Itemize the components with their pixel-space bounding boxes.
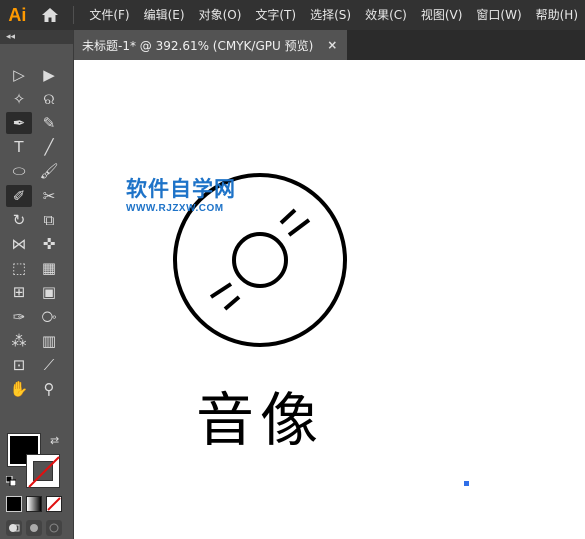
type-tool-button[interactable]: T bbox=[6, 137, 32, 159]
ellipse-tool-button[interactable]: ⬭ bbox=[6, 161, 32, 183]
document-tab[interactable]: 未标题-1* @ 392.61% (CMYK/GPU 预览) × bbox=[74, 30, 348, 60]
menu-select[interactable]: 选择(S) bbox=[303, 0, 358, 30]
menu-effect[interactable]: 效果(C) bbox=[358, 0, 414, 30]
menu-bar: Ai 文件(F) 编辑(E) 对象(O) 文字(T) 选择(S) 效果(C) 视… bbox=[0, 0, 585, 30]
gradient-mode-button[interactable] bbox=[26, 496, 42, 512]
pen-tool-button[interactable]: ✒ bbox=[6, 112, 32, 135]
draw-mode-row bbox=[6, 520, 62, 536]
free-transform-tool-icon: ⬚ bbox=[11, 259, 27, 278]
draw-inside-icon[interactable] bbox=[46, 520, 62, 536]
perspective-grid-tool-button[interactable]: ▦ bbox=[36, 258, 62, 280]
illustrator-window: Ai 文件(F) 编辑(E) 对象(O) 文字(T) 选择(S) 效果(C) 视… bbox=[0, 0, 585, 539]
puppet-warp-tool-button[interactable]: ✜ bbox=[36, 233, 62, 255]
color-mode-button[interactable] bbox=[6, 496, 22, 512]
selection-tool-button[interactable]: ▷ bbox=[6, 64, 32, 86]
menu-object[interactable]: 对象(O) bbox=[192, 0, 249, 30]
curvature-tool-button[interactable]: ✎ bbox=[36, 112, 62, 134]
width-tool-button[interactable]: ⋈ bbox=[6, 233, 32, 255]
shaper-tool-button[interactable]: ✐ bbox=[6, 185, 32, 207]
column-graph-tool-button[interactable]: ▥ bbox=[36, 330, 62, 352]
mesh-tool-icon: ⊞ bbox=[12, 283, 26, 302]
scissors-tool-icon: ✂ bbox=[42, 186, 56, 205]
gradient-tool-button[interactable]: ▣ bbox=[36, 282, 62, 304]
lasso-tool-button[interactable]: ର bbox=[36, 88, 62, 110]
none-mode-button[interactable] bbox=[46, 496, 62, 512]
hand-tool-icon: ✋ bbox=[9, 380, 29, 399]
gradient-tool-icon: ▣ bbox=[41, 283, 57, 302]
document-tab-bar: 未标题-1* @ 392.61% (CMYK/GPU 预览) × bbox=[74, 30, 585, 60]
direct-selection-tool-button[interactable]: ▶ bbox=[36, 64, 62, 86]
draw-normal-icon[interactable] bbox=[6, 520, 22, 536]
home-icon[interactable] bbox=[37, 0, 64, 30]
magic-wand-tool-button[interactable]: ✧ bbox=[6, 88, 32, 110]
selection-tool-icon: ▷ bbox=[13, 65, 25, 84]
magic-wand-tool-icon: ✧ bbox=[12, 89, 26, 108]
menu-type[interactable]: 文字(T) bbox=[248, 0, 303, 30]
zoom-tool-button[interactable]: ⚲ bbox=[36, 379, 62, 401]
watermark: 软件自学网 WWW.RJZXW.COM bbox=[126, 177, 236, 214]
document-tab-label: 未标题-1* @ 392.61% (CMYK/GPU 预览) bbox=[82, 38, 314, 53]
blend-tool-icon: ⧂ bbox=[41, 307, 57, 326]
scissors-tool-button[interactable]: ✂ bbox=[36, 185, 62, 207]
pen-tool-icon: ✒ bbox=[12, 113, 26, 132]
free-transform-tool-button[interactable]: ⬚ bbox=[6, 258, 32, 280]
menu-edit[interactable]: 编辑(E) bbox=[137, 0, 192, 30]
icon-caption-text[interactable]: 音像 bbox=[196, 388, 324, 452]
curvature-tool-icon: ✎ bbox=[42, 113, 56, 132]
width-tool-icon: ⋈ bbox=[11, 234, 27, 253]
tools-panel: ◂◂ ▷ ▶ ✧ ର ✒ ✎ T ╱ ⬭ 🖌 ✐ ✂ ↻ ⧉ ⋈ ✜ ⬚ ▦ ⊞ ▣ ✑ ⧂ ⁂ ▥ ⊡ ⟋ ✋ ⚲ ⇄ bbox=[0, 30, 74, 539]
tools-panel-header: ◂◂ bbox=[0, 30, 73, 44]
symbol-sprayer-tool-icon: ⁂ bbox=[11, 331, 27, 350]
column-graph-tool-icon: ▥ bbox=[41, 331, 57, 350]
menu-window[interactable]: 窗口(W) bbox=[469, 0, 528, 30]
hand-tool-button[interactable]: ✋ bbox=[6, 379, 32, 401]
swap-fill-stroke-icon[interactable]: ⇄ bbox=[50, 434, 59, 447]
paintbrush-tool-icon: 🖌 bbox=[39, 162, 59, 181]
blend-tool-button[interactable]: ⧂ bbox=[36, 306, 62, 328]
paintbrush-tool-button[interactable]: 🖌 bbox=[36, 161, 62, 183]
collapse-panel-icon[interactable]: ◂◂ bbox=[6, 30, 15, 44]
artboard-tool-icon: ⊡ bbox=[12, 355, 26, 374]
zoom-tool-icon: ⚲ bbox=[43, 380, 55, 399]
type-tool-icon: T bbox=[14, 138, 24, 157]
none-icon bbox=[47, 497, 61, 511]
mesh-tool-button[interactable]: ⊞ bbox=[6, 282, 32, 304]
direct-selection-tool-icon: ▶ bbox=[43, 65, 55, 84]
close-icon[interactable]: × bbox=[327, 38, 337, 52]
default-colors-icon[interactable] bbox=[6, 476, 16, 486]
watermark-url: WWW.RJZXW.COM bbox=[126, 203, 224, 214]
scale-tool-button[interactable]: ⧉ bbox=[36, 209, 62, 231]
menu-separator bbox=[73, 6, 75, 24]
watermark-title: 软件自学网 bbox=[126, 177, 236, 201]
artboard-tool-button[interactable]: ⊡ bbox=[6, 354, 32, 376]
ellipse-tool-icon: ⬭ bbox=[12, 162, 26, 181]
draw-behind-icon[interactable] bbox=[26, 520, 42, 536]
slice-tool-icon: ⟋ bbox=[43, 355, 55, 374]
menu-file[interactable]: 文件(F) bbox=[82, 0, 136, 30]
color-mode-row bbox=[6, 496, 62, 512]
eyedropper-tool-icon: ✑ bbox=[12, 307, 26, 326]
lasso-tool-icon: ର bbox=[43, 89, 55, 108]
slice-tool-button[interactable]: ⟋ bbox=[36, 354, 62, 376]
puppet-warp-tool-icon: ✜ bbox=[42, 234, 56, 253]
eyedropper-tool-button[interactable]: ✑ bbox=[6, 306, 32, 328]
line-segment-tool-button[interactable]: ╱ bbox=[36, 137, 62, 159]
menu-view[interactable]: 视图(V) bbox=[414, 0, 470, 30]
none-slash-icon bbox=[28, 456, 60, 488]
shaper-tool-icon: ✐ bbox=[12, 186, 26, 205]
scale-tool-icon: ⧉ bbox=[43, 210, 55, 229]
rotate-tool-button[interactable]: ↻ bbox=[6, 209, 32, 231]
stroke-color-swatch[interactable] bbox=[26, 454, 60, 488]
rotate-tool-icon: ↻ bbox=[12, 210, 26, 229]
perspective-grid-tool-icon: ▦ bbox=[41, 259, 57, 278]
symbol-sprayer-tool-button[interactable]: ⁂ bbox=[6, 330, 32, 352]
anchor-point[interactable] bbox=[464, 481, 469, 486]
line-segment-tool-icon: ╱ bbox=[44, 138, 54, 157]
artboard-canvas[interactable]: 软件自学网 WWW.RJZXW.COM 音像 bbox=[74, 60, 585, 539]
app-logo: Ai bbox=[8, 4, 27, 25]
menu-help[interactable]: 帮助(H) bbox=[529, 0, 585, 30]
